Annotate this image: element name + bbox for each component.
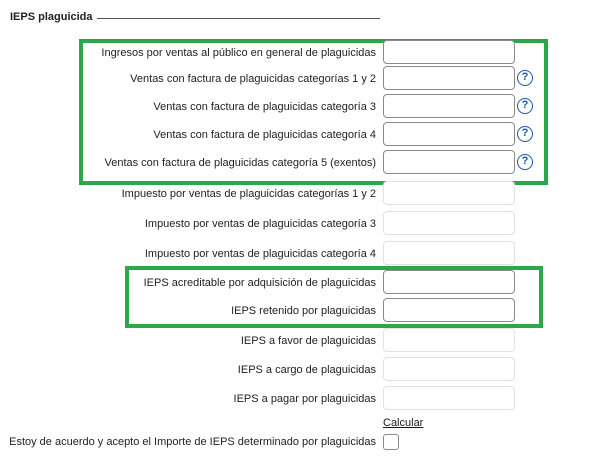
help-icon[interactable]: ? (517, 70, 533, 86)
form-row-ventas-cat-5: Ventas con factura de plaguicidas catego… (0, 150, 597, 176)
field-input-ventas-cat-1-2[interactable] (383, 66, 515, 90)
field-input-impuesto-cat-1-2 (383, 181, 515, 205)
field-label-ieps-a-favor: IEPS a favor de plaguicidas (240, 335, 376, 347)
field-label-impuesto-cat-1-2: Impuesto por ventas de plaguicidas categ… (121, 188, 376, 200)
field-input-ieps-a-cargo (383, 357, 515, 381)
field-label-ventas-cat-5: Ventas con factura de plaguicidas catego… (104, 157, 376, 169)
field-input-ventas-cat-5[interactable] (383, 150, 515, 174)
field-label-ventas-publico-general: Ingresos por ventas al público en genera… (101, 47, 376, 59)
form-row-ventas-cat-4: Ventas con factura de plaguicidas catego… (0, 122, 597, 148)
form-row-ieps-a-favor: IEPS a favor de plaguicidas (0, 328, 597, 354)
agreement-label: Estoy de acuerdo y acepto el Importe de … (9, 436, 376, 448)
section-divider (97, 18, 380, 19)
field-input-ieps-a-favor (383, 328, 515, 352)
form-row-ieps-acreditable: IEPS acreditable por adquisición de plag… (0, 270, 597, 296)
form-row-impuesto-cat-4: Impuesto por ventas de plaguicidas categ… (0, 241, 597, 267)
form-row-impuesto-cat-1-2: Impuesto por ventas de plaguicidas categ… (0, 181, 597, 207)
help-icon[interactable]: ? (517, 126, 533, 142)
field-input-ieps-a-pagar (383, 386, 515, 410)
form-row-ventas-cat-3: Ventas con factura de plaguicidas catego… (0, 94, 597, 120)
field-label-ieps-a-pagar: IEPS a pagar por plaguicidas (233, 393, 376, 405)
field-label-ventas-cat-1-2: Ventas con factura de plaguicidas catego… (130, 73, 376, 85)
form-row-ventas-publico-general: Ingresos por ventas al público en genera… (0, 40, 597, 66)
field-input-impuesto-cat-3 (383, 211, 515, 235)
field-input-ventas-cat-4[interactable] (383, 122, 515, 146)
field-input-impuesto-cat-4 (383, 241, 515, 265)
field-label-ventas-cat-4: Ventas con factura de plaguicidas catego… (153, 129, 376, 141)
field-input-ieps-retenido[interactable] (383, 298, 515, 322)
form-row-ieps-a-pagar: IEPS a pagar por plaguicidas (0, 386, 597, 412)
field-label-ieps-a-cargo: IEPS a cargo de plaguicidas (237, 364, 376, 376)
form-row-ieps-retenido: IEPS retenido por plaguicidas (0, 298, 597, 324)
field-label-impuesto-cat-4: Impuesto por ventas de plaguicidas categ… (144, 248, 376, 260)
field-label-ventas-cat-3: Ventas con factura de plaguicidas catego… (153, 101, 376, 113)
help-icon[interactable]: ? (517, 154, 533, 170)
form-row-impuesto-cat-3: Impuesto por ventas de plaguicidas categ… (0, 211, 597, 237)
form-row-ventas-cat-1-2: Ventas con factura de plaguicidas catego… (0, 66, 597, 92)
agreement-checkbox[interactable] (383, 434, 399, 450)
field-label-impuesto-cat-3: Impuesto por ventas de plaguicidas categ… (144, 218, 376, 230)
field-input-ventas-publico-general[interactable] (383, 40, 515, 64)
field-input-ventas-cat-3[interactable] (383, 94, 515, 118)
help-icon[interactable]: ? (517, 98, 533, 114)
field-label-ieps-acreditable: IEPS acreditable por adquisición de plag… (143, 277, 376, 289)
field-label-ieps-retenido: IEPS retenido por plaguicidas (231, 305, 376, 317)
field-input-ieps-acreditable[interactable] (383, 270, 515, 294)
section-title: IEPS plaguicida (10, 11, 93, 23)
form-row-ieps-a-cargo: IEPS a cargo de plaguicidas (0, 357, 597, 383)
calculate-link[interactable]: Calcular (383, 417, 423, 429)
